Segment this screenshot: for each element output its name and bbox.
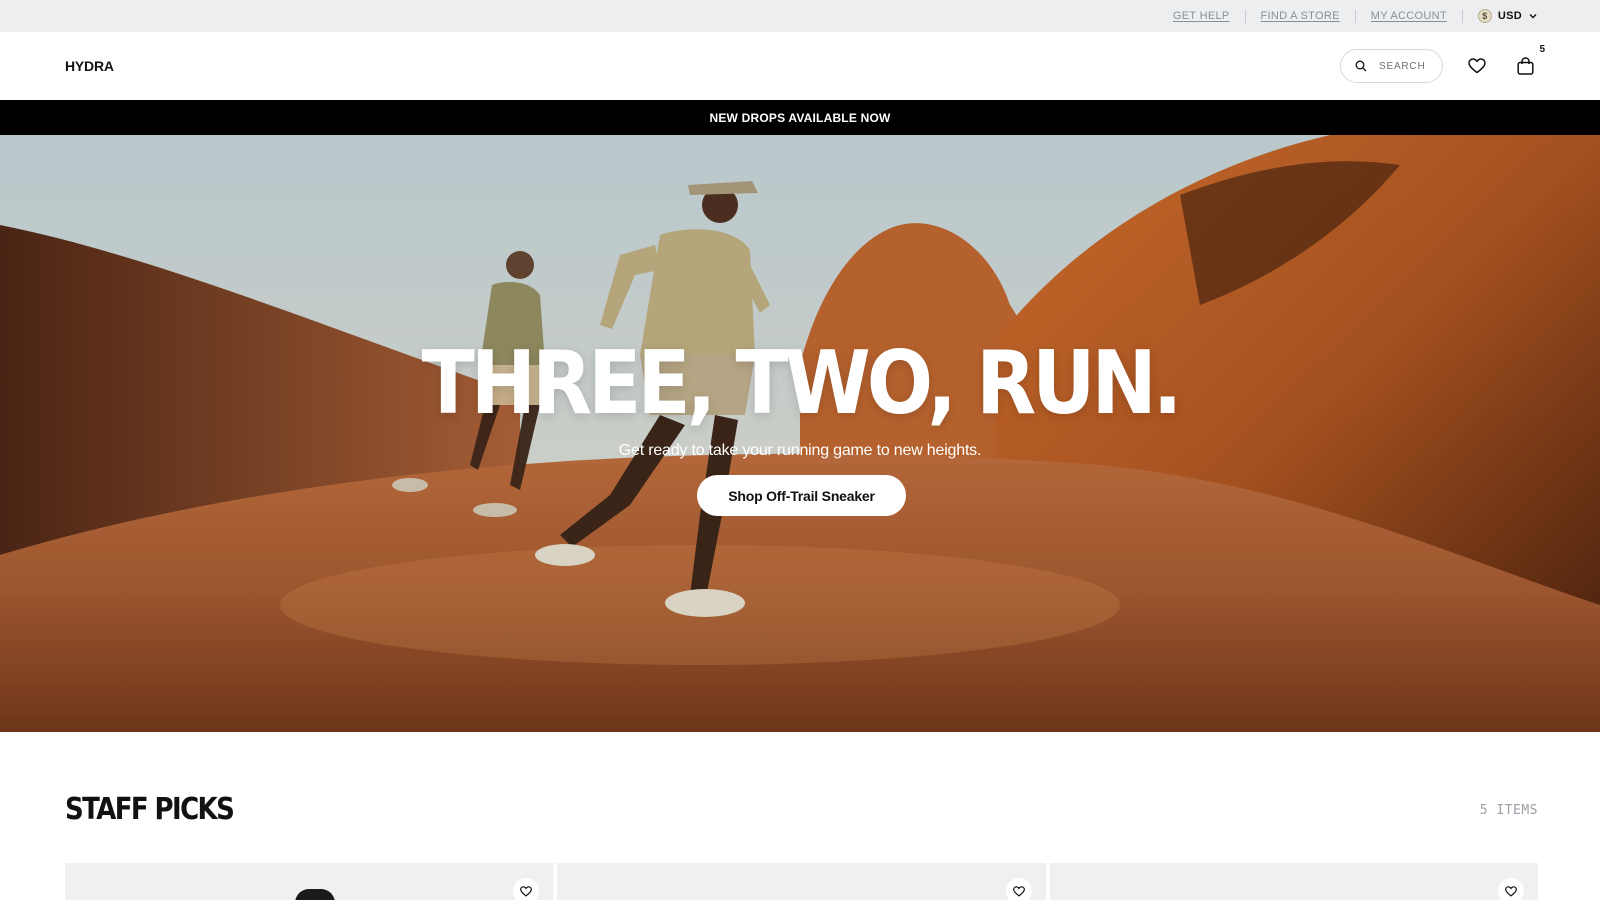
add-to-wishlist-button[interactable] [513, 878, 540, 900]
hero-banner: THREE, TWO, RUN. Get ready to take your … [0, 135, 1600, 732]
currency-selector[interactable]: $ USD [1477, 9, 1538, 23]
heart-icon [1505, 885, 1517, 897]
utility-bar: GET HELP FIND A STORE MY ACCOUNT $ USD [0, 0, 1600, 32]
utility-divider [1354, 9, 1356, 23]
hero-title: THREE, TWO, RUN. [421, 333, 1183, 435]
site-logo[interactable]: HYDRA [65, 58, 114, 74]
product-card[interactable] [1049, 863, 1538, 900]
shopping-bag-icon [1516, 57, 1534, 75]
chevron-down-icon [1529, 14, 1537, 19]
search-input[interactable]: SEARCH [1340, 49, 1443, 83]
product-image [295, 889, 335, 900]
product-grid [65, 863, 1538, 900]
announcement-bar: NEW DROPS AVAILABLE NOW [0, 100, 1600, 135]
add-to-wishlist-button[interactable] [1497, 878, 1524, 900]
heart-icon [1468, 58, 1486, 74]
site-header: HYDRA SEARCH 5 [0, 32, 1600, 100]
announcement-text: NEW DROPS AVAILABLE NOW [709, 110, 891, 125]
hero-subtitle: Get ready to take your running game to n… [618, 442, 982, 459]
item-count: 5 ITEMS [1479, 802, 1538, 818]
add-to-wishlist-button[interactable] [1005, 878, 1032, 900]
search-icon [1355, 60, 1367, 72]
my-account-link[interactable]: MY ACCOUNT [1371, 10, 1447, 22]
shop-off-trail-sneaker-button[interactable]: Shop Off-Trail Sneaker [697, 475, 906, 516]
utility-divider [1244, 9, 1246, 23]
product-card[interactable] [557, 863, 1046, 900]
search-placeholder: SEARCH [1379, 60, 1426, 72]
product-card[interactable] [65, 863, 554, 900]
heart-icon [520, 885, 533, 897]
shopping-bag-button[interactable]: 5 [1513, 44, 1545, 78]
utility-divider [1461, 9, 1463, 23]
find-a-store-link[interactable]: FIND A STORE [1261, 10, 1340, 22]
section-title: STAFF PICKS [65, 792, 235, 828]
header-actions: SEARCH 5 [1340, 44, 1545, 83]
staff-picks-header: STAFF PICKS 5 ITEMS [65, 792, 1538, 828]
bag-count-badge: 5 [1539, 44, 1545, 55]
wishlist-button[interactable] [1465, 54, 1489, 78]
currency-label: USD [1497, 10, 1522, 22]
currency-symbol-icon: $ [1477, 9, 1492, 23]
heart-icon [1012, 885, 1025, 897]
get-help-link[interactable]: GET HELP [1173, 10, 1230, 22]
